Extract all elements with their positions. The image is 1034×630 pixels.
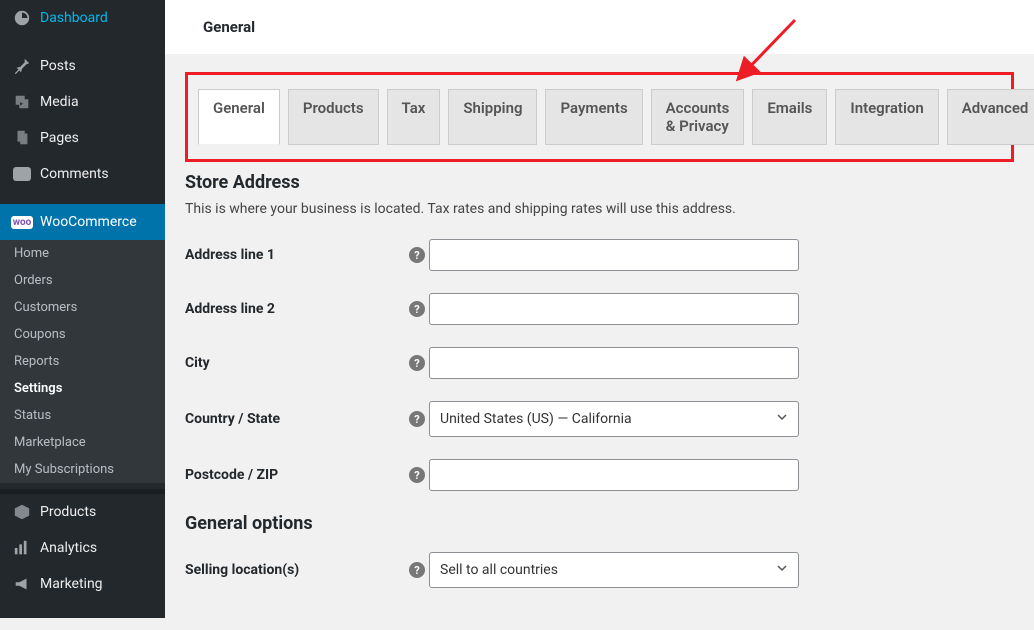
sidebar-item-comments[interactable]: Comments [0,156,165,192]
submenu-item-orders[interactable]: Orders [0,267,165,294]
label-selling-location: Selling location(s) [185,562,405,578]
sidebar-item-pages[interactable]: Pages [0,120,165,156]
tab-integration[interactable]: Integration [835,89,938,145]
sidebar-item-label: Marketing [40,576,103,592]
label-postcode: Postcode / ZIP [185,467,405,483]
tab-general[interactable]: General [198,89,280,145]
section-title-general-options: General options [185,513,1014,534]
sidebar-item-label: Dashboard [40,10,108,26]
tab-accounts-privacy[interactable]: Accounts & Privacy [651,89,745,145]
help-icon[interactable]: ? [405,411,429,427]
analytics-icon [12,538,32,558]
sidebar-item-posts[interactable]: Posts [0,48,165,84]
select-selling-location[interactable]: Sell to all countries [429,552,799,588]
help-icon[interactable]: ? [405,355,429,371]
select-country-state[interactable]: United States (US) — California [429,401,799,437]
label-city: City [185,355,405,371]
submenu-item-marketplace[interactable]: Marketplace [0,429,165,456]
sidebar-item-dashboard[interactable]: Dashboard [0,0,165,36]
submenu-item-status[interactable]: Status [0,402,165,429]
sidebar-item-label: Pages [40,130,79,146]
admin-sidebar: Dashboard Posts Media Pages Comments woo… [0,0,165,618]
label-address1: Address line 1 [185,247,405,263]
comments-icon [12,164,32,184]
input-city[interactable] [429,347,799,379]
label-address2: Address line 2 [185,301,405,317]
sidebar-item-woocommerce[interactable]: woo WooCommerce [0,204,165,240]
input-postcode[interactable] [429,459,799,491]
label-country-state: Country / State [185,411,405,427]
woocommerce-submenu: Home Orders Customers Coupons Reports Se… [0,240,165,483]
input-address1[interactable] [429,239,799,271]
sidebar-item-label: Analytics [40,540,97,556]
page-heading: General [165,0,1034,54]
submenu-item-settings[interactable]: Settings [0,375,165,402]
section-title-store-address: Store Address [185,172,1014,193]
tab-products[interactable]: Products [288,89,379,145]
sidebar-item-label: WooCommerce [40,214,137,230]
woocommerce-icon: woo [12,212,32,232]
help-icon[interactable]: ? [405,467,429,483]
submenu-item-my-subscriptions[interactable]: My Subscriptions [0,456,165,483]
help-icon[interactable]: ? [405,562,429,578]
submenu-item-customers[interactable]: Customers [0,294,165,321]
submenu-item-coupons[interactable]: Coupons [0,321,165,348]
products-icon [12,502,32,522]
settings-tabs-container: General Products Tax Shipping Payments A… [185,72,1014,162]
tab-shipping[interactable]: Shipping [448,89,537,145]
pages-icon [12,128,32,148]
media-icon [12,92,32,112]
section-desc-store-address: This is where your business is located. … [185,201,1014,217]
main-content: General General Products Tax Shipping Pa… [165,0,1034,618]
help-icon[interactable]: ? [405,301,429,317]
tab-tax[interactable]: Tax [387,89,441,145]
chevron-down-icon [776,562,788,578]
marketing-icon [12,574,32,594]
sidebar-item-marketing[interactable]: Marketing [0,566,165,602]
select-value: United States (US) — California [440,411,632,427]
help-icon[interactable]: ? [405,247,429,263]
select-value: Sell to all countries [440,562,558,578]
tab-payments[interactable]: Payments [545,89,642,145]
sidebar-item-label: Products [40,504,96,520]
sidebar-item-label: Media [40,94,79,110]
tab-emails[interactable]: Emails [752,89,827,145]
sidebar-item-label: Comments [40,166,109,182]
tab-advanced[interactable]: Advanced [947,89,1034,145]
chevron-down-icon [776,411,788,427]
submenu-item-home[interactable]: Home [0,240,165,267]
sidebar-item-label: Posts [40,58,76,74]
pin-icon [12,56,32,76]
submenu-item-reports[interactable]: Reports [0,348,165,375]
dashboard-icon [12,8,32,28]
sidebar-item-media[interactable]: Media [0,84,165,120]
sidebar-item-analytics[interactable]: Analytics [0,530,165,566]
input-address2[interactable] [429,293,799,325]
sidebar-item-products[interactable]: Products [0,494,165,530]
